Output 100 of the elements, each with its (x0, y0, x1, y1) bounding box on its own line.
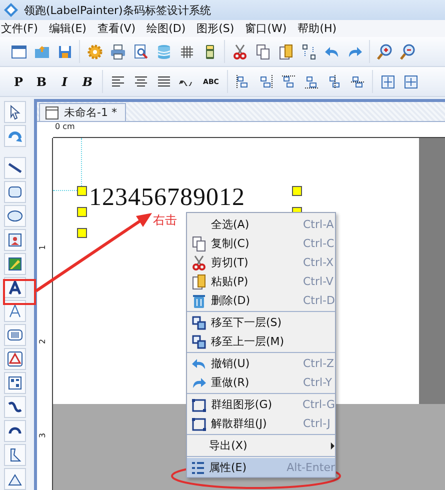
annotation-label: 右击 (153, 212, 177, 229)
tool-button[interactable] (4, 372, 26, 394)
context-menu-item[interactable]: 复制(C) Ctrl-C (187, 234, 335, 253)
selection-handle[interactable] (77, 207, 87, 217)
font-style-button[interactable]: I (53, 70, 76, 93)
tool-button[interactable] (4, 444, 26, 466)
tool-button[interactable] (4, 180, 26, 203)
ruler-label: 3 (38, 432, 48, 438)
menu-item-label: 重做(R) (211, 375, 250, 390)
tool-button[interactable] (4, 420, 26, 442)
grid-icon (178, 44, 194, 60)
align-left-icon (110, 74, 126, 90)
outlined-text-icon (7, 303, 23, 320)
shortcut-label: Ctrl-Y (303, 376, 332, 389)
menu-item-label: 粘贴(P) (211, 274, 250, 289)
tool-button[interactable] (4, 252, 26, 275)
tool-button[interactable] (4, 228, 26, 251)
zoom-out-icon (400, 44, 416, 60)
menu-item[interactable]: 窗口(W) (244, 21, 291, 36)
tool-button[interactable] (4, 348, 26, 370)
tool-button[interactable] (4, 396, 26, 418)
trash-can-icon (191, 292, 207, 308)
font-style-button[interactable]: B (30, 70, 53, 93)
group-icon (191, 416, 207, 432)
shortcut-label: Alt-Enter (286, 461, 335, 474)
menu-item-label: 移至下一层(S) (211, 315, 283, 330)
menu-item-label: 属性(E) (209, 460, 248, 475)
rounded-rectangle-icon (7, 184, 23, 200)
document-tab[interactable]: 未命名-1 * (39, 103, 126, 121)
context-menu-item[interactable]: 删除(D) Ctrl-D (187, 291, 335, 310)
align-objects-icon (234, 74, 250, 90)
menu-item[interactable]: 查看(V) (96, 21, 140, 36)
same-height-icon (402, 74, 418, 90)
shortcut-label: Ctrl-X (303, 256, 334, 269)
context-menu-item[interactable]: 导出(X) (187, 436, 335, 455)
tool-button[interactable] (4, 101, 26, 123)
context-menu-item[interactable]: 重做(R) Ctrl-Y (187, 373, 335, 392)
arrange-icon (300, 44, 316, 60)
selection-handle[interactable] (77, 186, 87, 196)
tool-button[interactable] (4, 156, 26, 179)
submenu-arrow-icon (330, 442, 335, 450)
tab-title: 未命名-1 * (64, 105, 117, 120)
context-menu-item[interactable]: 属性(E) Alt-Enter (187, 458, 335, 477)
menu-item-label: 导出(X) (209, 438, 248, 453)
align-objects-icon (258, 74, 274, 90)
ruler-label: 1 (38, 244, 48, 250)
align-objects-icon (326, 74, 342, 90)
triangle-shape-icon (7, 351, 23, 368)
ruler-label: 0 cm (55, 122, 75, 131)
ellipse-icon (7, 208, 23, 224)
shortcut-label: Ctrl-C (303, 237, 334, 250)
menu-item-label: 移至上一层(M) (211, 334, 286, 349)
context-menu-item[interactable]: 群组图形(G) Ctrl-G (187, 395, 335, 414)
scissors-icon (191, 254, 207, 270)
group-icon (190, 396, 207, 412)
shortcut-label: Ctrl-J (303, 417, 330, 430)
menu-item[interactable]: 图形(S) (196, 21, 238, 36)
context-menu-item[interactable]: 粘贴(P) Ctrl-V (187, 272, 335, 291)
menu-item[interactable]: 文件(F) (0, 21, 42, 36)
menu-item[interactable]: 编辑(E) (48, 21, 90, 36)
properties-icon (190, 460, 206, 476)
text-tool-icon (7, 280, 23, 296)
paste-icon (278, 44, 294, 60)
qr-code-icon (7, 375, 23, 392)
context-menu-item[interactable]: 解散群组(J) Ctrl-J (187, 414, 335, 433)
landscape-picture-icon (7, 256, 23, 272)
font-style-button[interactable]: B (76, 70, 99, 93)
printer-icon (110, 44, 126, 60)
context-menu-item[interactable]: 移至上一层(M) (187, 332, 335, 351)
context-menu-item[interactable]: 全选(A) Ctrl-A (187, 215, 335, 234)
font-style-button[interactable]: P (7, 70, 30, 93)
app-logo-icon (3, 2, 19, 18)
image-icon (7, 232, 23, 248)
align-objects-icon (304, 74, 320, 90)
window-icon (10, 44, 26, 60)
tool-button[interactable] (4, 324, 26, 346)
menu-item-label: 群组图形(G) (210, 397, 274, 412)
tool-button[interactable] (4, 468, 26, 490)
window-title: 领跑(LabelPainter)条码标签设计系统 (24, 2, 211, 18)
layers-icon (191, 314, 207, 330)
context-menu-item[interactable]: 移至下一层(S) (187, 313, 335, 332)
menu-item[interactable]: 绘图(D) (146, 21, 190, 36)
menu-item-label: 剪切(T) (211, 255, 250, 270)
print-preview-icon (132, 44, 148, 60)
selection-handle[interactable] (292, 186, 302, 196)
tool-button[interactable] (4, 204, 26, 227)
same-width-icon (380, 74, 396, 90)
menu-item-label: 删除(D) (211, 293, 252, 308)
align-center-icon (132, 74, 148, 90)
selection-handle[interactable] (77, 228, 87, 238)
folder-icon (34, 44, 50, 60)
align-objects-icon (350, 74, 366, 90)
layers-icon (191, 334, 207, 350)
copy-icon (191, 236, 207, 252)
context-menu-item[interactable]: 撤销(U) Ctrl-Z (187, 354, 335, 373)
tool-button[interactable] (4, 300, 26, 322)
document-icon (44, 104, 60, 120)
menu-item[interactable]: 帮助(H) (296, 21, 341, 36)
context-menu-item[interactable]: 剪切(T) Ctrl-X (187, 253, 335, 272)
database-icon (156, 44, 172, 60)
